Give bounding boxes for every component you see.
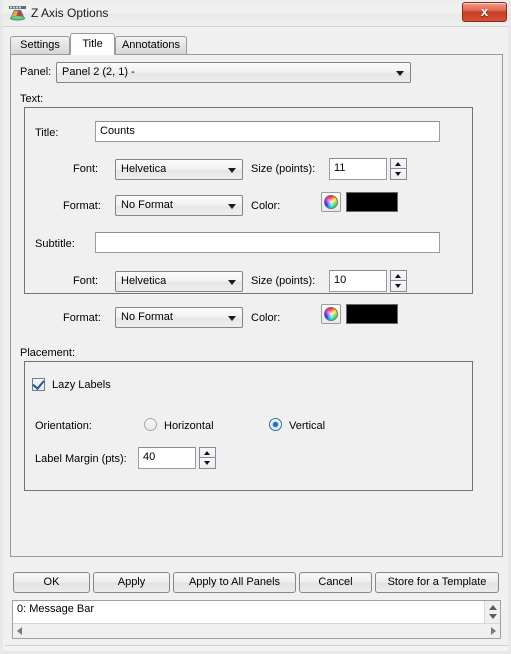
chevron-down-icon bbox=[228, 316, 236, 321]
stepper-down-button[interactable] bbox=[199, 458, 216, 469]
scroll-down-icon bbox=[489, 614, 497, 619]
message-bar-vertical-scrollbar[interactable] bbox=[484, 601, 500, 623]
lazy-labels-label: Lazy Labels bbox=[52, 379, 111, 391]
chevron-down-icon bbox=[228, 204, 236, 209]
cancel-button-label: Cancel bbox=[318, 576, 353, 588]
window-title: Z Axis Options bbox=[31, 6, 109, 20]
stepper-up-button[interactable] bbox=[390, 158, 407, 169]
panel-label: Panel: bbox=[20, 66, 52, 78]
triangle-up-icon bbox=[395, 162, 401, 166]
apply-button[interactable]: Apply bbox=[93, 572, 170, 593]
title-input[interactable]: Counts bbox=[95, 121, 440, 142]
title-format-label: Format: bbox=[63, 200, 101, 212]
subtitle-font-label: Font: bbox=[73, 275, 99, 287]
color-wheel-icon bbox=[324, 307, 338, 321]
subtitle-size-stepper[interactable] bbox=[390, 270, 407, 292]
subtitle-color-label: Color: bbox=[251, 312, 281, 324]
close-icon: x bbox=[480, 4, 489, 19]
title-font-select[interactable]: Helvetica bbox=[115, 159, 243, 180]
subtitle-format-value: No Format bbox=[121, 311, 173, 323]
scroll-left-button[interactable] bbox=[13, 624, 28, 638]
subtitle-label: Subtitle: bbox=[35, 238, 75, 250]
orientation-radio-vertical[interactable] bbox=[269, 418, 282, 431]
cancel-button[interactable]: Cancel bbox=[299, 572, 372, 593]
store-for-a-template-button[interactable]: Store for a Template bbox=[375, 572, 499, 593]
subtitle-format-label: Format: bbox=[63, 312, 101, 324]
label-margin-stepper[interactable] bbox=[199, 447, 216, 469]
window-bottom-edge bbox=[5, 645, 508, 650]
chevron-down-icon bbox=[228, 168, 236, 173]
title-color-picker-button[interactable] bbox=[321, 192, 341, 212]
ok-button[interactable]: OK bbox=[13, 572, 90, 593]
close-button[interactable]: x bbox=[462, 2, 507, 22]
stepper-up-button[interactable] bbox=[390, 270, 407, 281]
scroll-right-icon bbox=[491, 627, 496, 635]
subtitle-font-select[interactable]: Helvetica bbox=[115, 271, 243, 292]
radio-dot bbox=[273, 422, 278, 427]
subtitle-size-input[interactable]: 10 bbox=[329, 270, 387, 292]
label-margin-input[interactable]: 40 bbox=[138, 447, 196, 469]
subtitle-size-label: Size (points): bbox=[251, 275, 316, 287]
stepper-down-button[interactable] bbox=[390, 169, 407, 180]
store-for-a-template-button-label: Store for a Template bbox=[387, 576, 487, 588]
checkmark-icon bbox=[32, 377, 45, 390]
label-margin-label: Label Margin (pts): bbox=[35, 453, 127, 465]
ok-button-label: OK bbox=[43, 576, 60, 588]
apply-button-label: Apply bbox=[117, 576, 146, 588]
title-size-stepper[interactable] bbox=[390, 158, 407, 180]
title-size-label: Size (points): bbox=[251, 163, 316, 175]
title-size-input[interactable]: 11 bbox=[329, 158, 387, 180]
color-wheel-icon bbox=[324, 195, 338, 209]
scroll-left-icon bbox=[17, 627, 22, 635]
tab-strip: Settings Title Annotations bbox=[10, 33, 503, 55]
orientation-label: Orientation: bbox=[35, 420, 92, 432]
tab-annotations[interactable]: Annotations bbox=[115, 36, 187, 54]
triangle-down-icon bbox=[395, 284, 401, 288]
scroll-right-button[interactable] bbox=[485, 624, 500, 638]
triangle-down-icon bbox=[395, 172, 401, 176]
lazy-labels-checkbox[interactable] bbox=[32, 377, 45, 391]
placement-group-caption: Placement: bbox=[20, 347, 76, 359]
message-bar-horizontal-scrollbar[interactable] bbox=[13, 623, 500, 638]
subtitle-color-swatch[interactable] bbox=[346, 304, 398, 324]
tab-settings[interactable]: Settings bbox=[10, 36, 70, 54]
title-font-value: Helvetica bbox=[121, 163, 167, 175]
panel-select[interactable]: Panel 2 (2, 1) - bbox=[56, 62, 411, 83]
chevron-down-icon bbox=[396, 71, 404, 76]
text-group-caption: Text: bbox=[20, 93, 44, 105]
dialog-window: Z Axis Options x Settings Title Annotati… bbox=[0, 0, 511, 654]
title-format-value: No Format bbox=[121, 199, 173, 211]
tab-settings-label: Settings bbox=[20, 39, 60, 51]
stepper-down-button[interactable] bbox=[390, 281, 407, 292]
triangle-up-icon bbox=[204, 451, 210, 455]
message-bar: 0: Message Bar bbox=[12, 600, 501, 639]
tab-annotations-label: Annotations bbox=[121, 39, 181, 51]
title-bar: Z Axis Options x bbox=[1, 0, 511, 27]
title-color-label: Color: bbox=[251, 200, 281, 212]
triangle-down-icon bbox=[204, 461, 210, 465]
tab-title-label: Title bbox=[82, 38, 103, 50]
title-color-swatch[interactable] bbox=[346, 192, 398, 212]
chart-globe-icon bbox=[9, 6, 26, 21]
title-font-label: Font: bbox=[73, 163, 99, 175]
chevron-down-icon bbox=[228, 280, 236, 285]
panel-select-value: Panel 2 (2, 1) - bbox=[62, 66, 135, 78]
orientation-horizontal-label: Horizontal bbox=[164, 420, 214, 432]
tab-title[interactable]: Title bbox=[70, 33, 115, 55]
scroll-up-icon bbox=[489, 605, 497, 610]
subtitle-font-value: Helvetica bbox=[121, 275, 167, 287]
title-label: Title: bbox=[35, 127, 59, 139]
triangle-up-icon bbox=[395, 274, 401, 278]
tab-page-title: Panel: Panel 2 (2, 1) - Text: Title: Cou… bbox=[10, 54, 503, 557]
title-format-select[interactable]: No Format bbox=[115, 195, 243, 216]
stepper-up-button[interactable] bbox=[199, 447, 216, 458]
apply-to-all-panels-button-label: Apply to All Panels bbox=[188, 576, 281, 588]
message-bar-text: 0: Message Bar bbox=[17, 603, 95, 615]
apply-to-all-panels-button[interactable]: Apply to All Panels bbox=[173, 572, 296, 593]
subtitle-input[interactable] bbox=[95, 232, 440, 253]
orientation-vertical-label: Vertical bbox=[289, 420, 326, 432]
subtitle-color-picker-button[interactable] bbox=[321, 304, 341, 324]
orientation-radio-horizontal[interactable] bbox=[144, 418, 157, 431]
subtitle-format-select[interactable]: No Format bbox=[115, 307, 243, 328]
